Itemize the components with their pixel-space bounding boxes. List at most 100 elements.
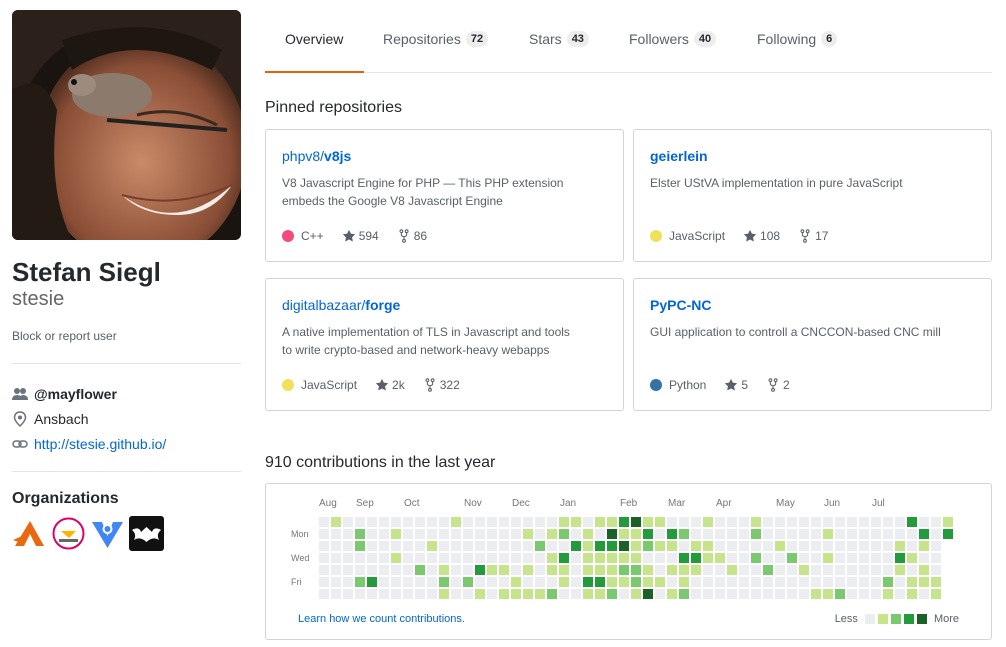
contribution-day[interactable] <box>571 553 581 563</box>
contribution-day[interactable] <box>331 553 341 563</box>
contribution-day[interactable] <box>727 589 737 599</box>
contribution-day[interactable] <box>535 517 545 527</box>
contribution-day[interactable] <box>751 553 761 563</box>
contribution-day[interactable] <box>763 553 773 563</box>
contribution-day[interactable] <box>559 529 569 539</box>
contribution-day[interactable] <box>679 529 689 539</box>
contribution-day[interactable] <box>439 541 449 551</box>
contribution-day[interactable] <box>523 589 533 599</box>
contribution-day[interactable] <box>739 577 749 587</box>
contribution-day[interactable] <box>367 565 377 575</box>
block-report-link[interactable]: Block or report user <box>12 329 117 343</box>
contribution-day[interactable] <box>547 529 557 539</box>
contribution-day[interactable] <box>595 589 605 599</box>
contribution-day[interactable] <box>331 577 341 587</box>
contribution-day[interactable] <box>487 529 497 539</box>
contribution-day[interactable] <box>799 529 809 539</box>
contribution-day[interactable] <box>511 541 521 551</box>
contribution-day[interactable] <box>631 553 641 563</box>
contribution-day[interactable] <box>463 541 473 551</box>
contribution-day[interactable] <box>475 589 485 599</box>
contribution-day[interactable] <box>607 565 617 575</box>
contribution-day[interactable] <box>919 577 929 587</box>
contribution-day[interactable] <box>691 529 701 539</box>
contribution-day[interactable] <box>415 577 425 587</box>
contribution-day[interactable] <box>355 541 365 551</box>
contribution-day[interactable] <box>655 565 665 575</box>
contribution-day[interactable] <box>619 529 629 539</box>
contribution-day[interactable] <box>943 517 953 527</box>
contribution-day[interactable] <box>667 577 677 587</box>
contribution-day[interactable] <box>847 517 857 527</box>
contribution-day[interactable] <box>871 541 881 551</box>
contribution-day[interactable] <box>739 565 749 575</box>
contribution-day[interactable] <box>679 577 689 587</box>
contribution-day[interactable] <box>835 577 845 587</box>
contribution-day[interactable] <box>763 541 773 551</box>
contribution-day[interactable] <box>571 577 581 587</box>
contribution-day[interactable] <box>835 589 845 599</box>
contribution-day[interactable] <box>379 541 389 551</box>
tab-overview[interactable]: Overview <box>285 31 343 47</box>
contribution-day[interactable] <box>319 589 329 599</box>
contribution-day[interactable] <box>655 517 665 527</box>
contribution-day[interactable] <box>619 553 629 563</box>
contribution-day[interactable] <box>703 517 713 527</box>
contribution-day[interactable] <box>451 553 461 563</box>
contribution-day[interactable] <box>667 565 677 575</box>
contribution-day[interactable] <box>583 517 593 527</box>
repo-link[interactable]: geierlein <box>650 146 975 166</box>
repo-forks[interactable]: 2 <box>766 378 790 392</box>
contribution-day[interactable] <box>787 565 797 575</box>
contribution-day[interactable] <box>919 553 929 563</box>
contribution-day[interactable] <box>595 553 605 563</box>
contribution-day[interactable] <box>499 589 509 599</box>
org-avatar-mayflower[interactable] <box>12 516 47 551</box>
contribution-day[interactable] <box>859 577 869 587</box>
contribution-day[interactable] <box>379 517 389 527</box>
contribution-day[interactable] <box>871 589 881 599</box>
contribution-day[interactable] <box>895 553 905 563</box>
contribution-day[interactable] <box>571 541 581 551</box>
contribution-day[interactable] <box>319 565 329 575</box>
contribution-day[interactable] <box>523 577 533 587</box>
contribution-day[interactable] <box>703 589 713 599</box>
contribution-day[interactable] <box>535 529 545 539</box>
contribution-day[interactable] <box>763 529 773 539</box>
contribution-day[interactable] <box>847 565 857 575</box>
contribution-day[interactable] <box>595 541 605 551</box>
contribution-day[interactable] <box>763 565 773 575</box>
contribution-day[interactable] <box>751 529 761 539</box>
contribution-day[interactable] <box>811 565 821 575</box>
contribution-day[interactable] <box>571 589 581 599</box>
contribution-day[interactable] <box>391 541 401 551</box>
contribution-day[interactable] <box>751 577 761 587</box>
contribution-day[interactable] <box>391 553 401 563</box>
contribution-day[interactable] <box>811 529 821 539</box>
contribution-day[interactable] <box>823 541 833 551</box>
contribution-day[interactable] <box>643 553 653 563</box>
contribution-day[interactable] <box>487 589 497 599</box>
contribution-day[interactable] <box>487 577 497 587</box>
contribution-day[interactable] <box>667 553 677 563</box>
contribution-day[interactable] <box>499 553 509 563</box>
contribution-day[interactable] <box>355 577 365 587</box>
contribution-day[interactable] <box>931 577 941 587</box>
contribution-day[interactable] <box>451 517 461 527</box>
contribution-day[interactable] <box>931 541 941 551</box>
repo-forks[interactable]: 322 <box>423 378 460 392</box>
contribution-day[interactable] <box>799 565 809 575</box>
contribution-day[interactable] <box>667 517 677 527</box>
contribution-day[interactable] <box>559 553 569 563</box>
contribution-day[interactable] <box>571 529 581 539</box>
contribution-day[interactable] <box>535 553 545 563</box>
contribution-day[interactable] <box>607 553 617 563</box>
contribution-day[interactable] <box>415 529 425 539</box>
contribution-day[interactable] <box>715 589 725 599</box>
contribution-day[interactable] <box>403 553 413 563</box>
contribution-day[interactable] <box>907 577 917 587</box>
contribution-day[interactable] <box>931 517 941 527</box>
contribution-day[interactable] <box>487 517 497 527</box>
contribution-day[interactable] <box>427 517 437 527</box>
contribution-day[interactable] <box>523 565 533 575</box>
